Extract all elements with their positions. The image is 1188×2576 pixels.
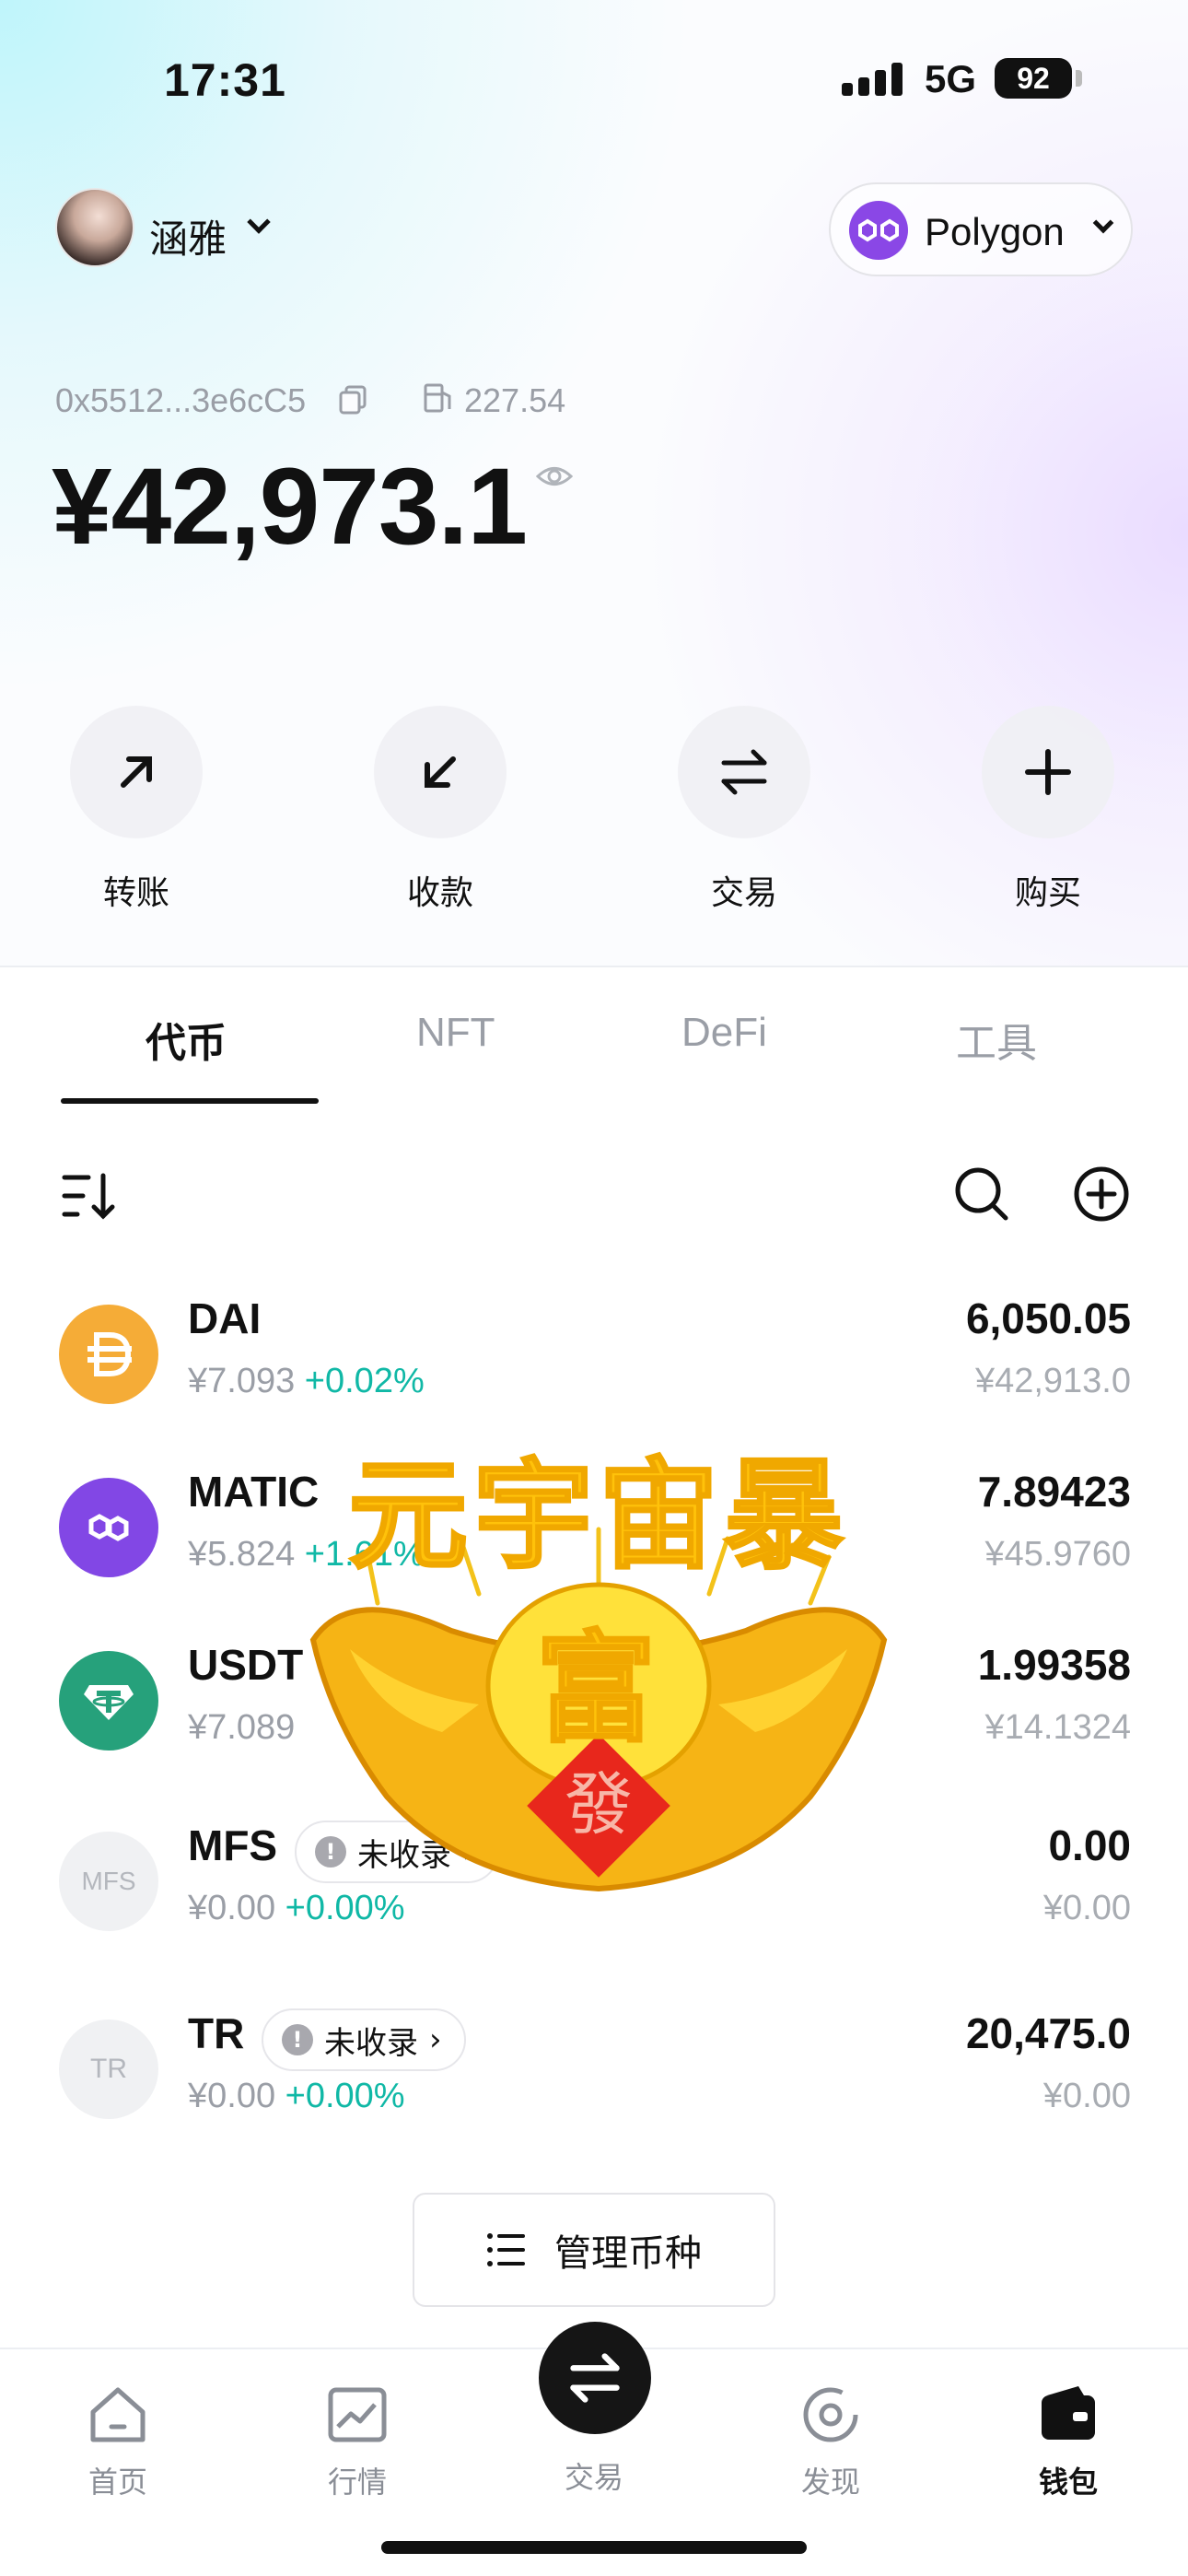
price-value: ¥5.824	[188, 1535, 296, 1574]
chevron-down-icon	[1092, 212, 1114, 234]
manage-tokens-label: 管理币种	[554, 2232, 702, 2275]
price-value: ¥0.00	[188, 2077, 276, 2115]
token-symbol: MFS	[188, 1821, 278, 1869]
wallet-icon	[1042, 2386, 1095, 2440]
matic-icon	[59, 1478, 158, 1577]
nav-home-label: 首页	[87, 2465, 147, 2500]
badge-label: 未收录	[324, 2024, 418, 2062]
price-value: ¥0.00	[188, 1889, 276, 1927]
send-action[interactable]: 转账	[70, 706, 203, 914]
token-amount: 1.99358	[977, 1641, 1131, 1689]
avatar[interactable]	[55, 188, 134, 267]
battery-icon: 92	[995, 58, 1072, 99]
nav-markets[interactable]: 行情	[302, 2383, 413, 2501]
copy-icon[interactable]	[337, 383, 370, 416]
network-selector[interactable]: Polygon	[829, 182, 1133, 276]
tab-tokens[interactable]: 代币	[146, 1010, 227, 1069]
tab-defi[interactable]: DeFi	[681, 1010, 767, 1056]
arrow-down-left-icon	[374, 706, 507, 838]
token-value: ¥0.00	[1042, 1889, 1131, 1927]
battery-level: 92	[1017, 61, 1050, 95]
swap-icon	[678, 706, 810, 838]
usdt-icon	[59, 1651, 158, 1751]
tab-underline	[61, 1098, 319, 1104]
section-divider	[0, 966, 1188, 967]
nav-trade-label: 交易	[564, 2460, 623, 2495]
arrow-up-right-icon	[70, 706, 203, 838]
token-value: ¥0.00	[1042, 2077, 1131, 2115]
manage-tokens-button[interactable]: 管理币种	[413, 2193, 775, 2307]
swap-icon	[539, 2322, 651, 2434]
discover-icon	[803, 2387, 858, 2442]
price-value: ¥7.089	[188, 1708, 296, 1747]
battery-cap	[1076, 70, 1082, 87]
gas-icon	[424, 383, 451, 413]
sort-icon[interactable]	[61, 1170, 116, 1222]
nav-discover-label: 发现	[800, 2465, 860, 2500]
token-value: ¥42,913.0	[974, 1362, 1131, 1400]
signal-icon	[842, 61, 906, 96]
receive-action[interactable]: 收款	[374, 706, 507, 914]
eye-icon[interactable]	[536, 461, 573, 492]
chart-icon	[328, 2387, 387, 2442]
chevron-right-icon: ›	[429, 2021, 442, 2058]
nav-home[interactable]: 首页	[63, 2383, 173, 2501]
wallet-address: 0x5512...3e6cC5	[55, 381, 307, 419]
home-icon	[90, 2387, 146, 2442]
token-row-tr[interactable]: TR TR ! 未收录 › ¥0.00 +0.00% 20,475.0 ¥0.0…	[0, 2008, 1188, 2204]
tab-nft[interactable]: NFT	[416, 1010, 495, 1056]
token-amount: 6,050.05	[965, 1294, 1131, 1342]
tr-icon: TR	[59, 2020, 158, 2119]
price-value: ¥7.093	[188, 1362, 296, 1400]
fa-stamp-text: 發	[565, 1765, 633, 1844]
token-amount: 7.89423	[977, 1468, 1131, 1516]
token-symbol: USDT	[188, 1641, 304, 1689]
status-time: 17:31	[164, 54, 286, 106]
total-balance: ¥42,973.1	[52, 446, 528, 568]
home-indicator	[381, 2541, 807, 2554]
token-value: ¥45.9760	[984, 1535, 1132, 1574]
swap-label: 交易	[710, 874, 777, 912]
nav-markets-label: 行情	[327, 2465, 387, 2500]
nav-wallet[interactable]: 钱包	[1013, 2383, 1124, 2501]
buy-action[interactable]: 购买	[982, 706, 1114, 914]
mfs-icon: MFS	[59, 1832, 158, 1931]
add-token-icon[interactable]	[1072, 1165, 1131, 1224]
token-symbol: DAI	[188, 1294, 262, 1342]
info-icon: !	[282, 2024, 313, 2055]
account-name[interactable]: 涵雅	[149, 208, 227, 264]
list-icon	[487, 2233, 525, 2266]
receive-label: 收款	[406, 874, 473, 912]
price-change: +0.02%	[304, 1362, 425, 1400]
unlisted-badge[interactable]: ! 未收录 ›	[262, 2008, 466, 2071]
token-price: ¥7.089	[188, 1708, 295, 1748]
network-type: 5G	[925, 57, 977, 100]
send-label: 转账	[102, 874, 169, 912]
price-change: +0.00%	[285, 2077, 405, 2115]
token-amount: 0.00	[1048, 1821, 1131, 1869]
token-symbol: TR	[188, 2009, 245, 2057]
nav-trade[interactable]: 交易	[539, 2322, 651, 2497]
buy-label: 购买	[1014, 874, 1081, 912]
token-price: ¥7.093 +0.02%	[188, 1362, 425, 1401]
nav-wallet-label: 钱包	[1038, 2465, 1098, 2500]
nav-discover[interactable]: 发现	[775, 2383, 886, 2501]
swap-action[interactable]: 交易	[678, 706, 810, 914]
search-icon[interactable]	[952, 1165, 1011, 1224]
network-name: Polygon	[925, 210, 1065, 253]
token-amount: 20,475.0	[965, 2009, 1131, 2057]
gas-price: 227.54	[464, 381, 566, 419]
tab-tools[interactable]: 工具	[956, 1010, 1037, 1069]
dai-icon	[59, 1305, 158, 1404]
plus-icon	[982, 706, 1114, 838]
polygon-icon	[849, 201, 908, 260]
sticker-text: 元宇宙暴富	[346, 1445, 849, 1761]
token-price: ¥0.00 +0.00%	[188, 2077, 405, 2116]
token-value: ¥14.1324	[984, 1708, 1132, 1747]
